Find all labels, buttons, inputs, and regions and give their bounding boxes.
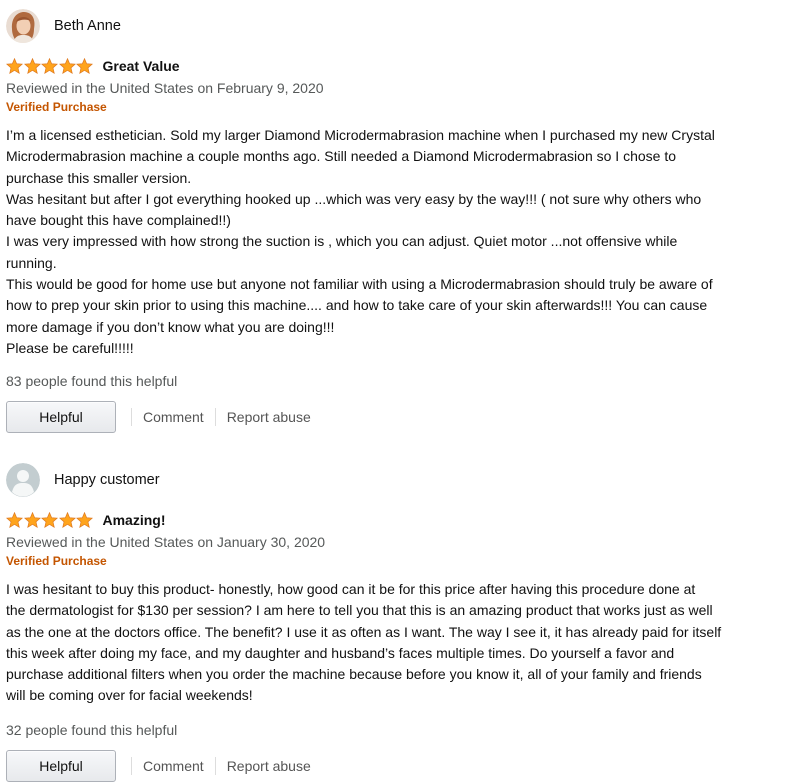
reviewer-name[interactable]: Happy customer (54, 472, 160, 488)
review-body-line: how to prep your skin prior to using thi… (6, 297, 708, 314)
review-body-line: purchase additional filters when you ord… (6, 666, 702, 683)
review-body-line: will be coming over for facial weekends! (6, 687, 253, 704)
reviewer-profile[interactable]: Happy customer (6, 462, 786, 498)
star-icon (6, 58, 23, 74)
reviewer-name[interactable]: Beth Anne (54, 18, 121, 34)
review-body: I was hesitant to buy this product- hone… (6, 579, 786, 707)
review-date: Reviewed in the United States on Februar… (6, 80, 324, 96)
star-icon (58, 58, 76, 74)
review-body-line: have bought this have complained!!) (6, 212, 231, 229)
star-icon (76, 58, 93, 74)
helpful-count: 32 people found this helpful (6, 721, 178, 738)
helpful-button[interactable]: Helpful (6, 749, 116, 782)
review-card: Happy customer Amazing! Reviewed in the … (6, 462, 786, 782)
review-body-line: Please be careful!!!!! (6, 339, 134, 356)
star-icon (23, 512, 41, 528)
review-body-line: This would be good for home use but anyo… (6, 276, 713, 293)
review-date: Reviewed in the United States on January… (6, 534, 326, 550)
profile-photo-icon (6, 9, 40, 43)
helpful-count: 83 people found this helpful (6, 373, 178, 390)
star-icon (23, 58, 41, 74)
default-user-icon (6, 463, 40, 497)
review-title[interactable]: Great Value (103, 58, 180, 74)
review-body-line: Was hesitant but after I got everything … (6, 190, 702, 207)
comment-link[interactable]: Comment (132, 409, 215, 425)
star-icon (41, 512, 58, 528)
review-body-line: more damage if you don’t know what you a… (6, 318, 335, 335)
star-icon (58, 512, 76, 528)
report-abuse-link[interactable]: Report abuse (216, 758, 322, 774)
review-body-line: as the one at the doctors office. The be… (6, 623, 722, 640)
review-body-line: I was hesitant to buy this product- hone… (6, 581, 696, 597)
review-body-line: this week after doing my face, and my da… (6, 644, 675, 661)
review-body-line: I was very impressed with how strong the… (6, 233, 678, 250)
star-rating[interactable] (6, 58, 94, 74)
star-icon (41, 58, 58, 74)
review-actions: Helpful Comment Report abuse (6, 749, 786, 782)
review-body-line: Microdermabrasion machine a couple month… (6, 148, 677, 165)
avatar[interactable] (6, 9, 40, 43)
avatar[interactable] (6, 463, 40, 497)
star-icon (76, 512, 93, 528)
verified-purchase-badge[interactable]: Verified Purchase (6, 99, 786, 115)
review-title[interactable]: Amazing! (103, 512, 166, 528)
helpful-button[interactable]: Helpful (6, 401, 116, 434)
review-body-line: running. (6, 254, 57, 271)
review-body-line: I’m a licensed esthetician. Sold my larg… (6, 127, 715, 143)
review-actions: Helpful Comment Report abuse (6, 401, 786, 434)
review-body-line: purchase this smaller version. (6, 169, 192, 186)
reviewer-profile[interactable]: Beth Anne (6, 8, 786, 44)
report-abuse-link[interactable]: Report abuse (216, 409, 322, 425)
star-rating[interactable] (6, 512, 94, 528)
review-body: I’m a licensed esthetician. Sold my larg… (6, 125, 786, 359)
verified-purchase-badge[interactable]: Verified Purchase (6, 553, 786, 569)
review-card: Beth Anne Great Value Reviewed in the Un… (6, 8, 786, 434)
star-icon (6, 512, 23, 528)
comment-link[interactable]: Comment (132, 758, 215, 774)
review-body-line: the dermatologist for $130 per session? … (6, 602, 713, 619)
